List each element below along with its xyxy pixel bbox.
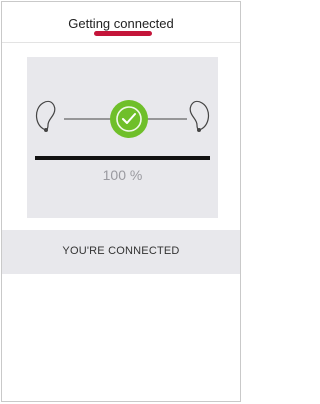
- header: Getting connected: [2, 2, 240, 43]
- progress-percentage: 100 %: [102, 167, 143, 183]
- app-screen: Getting connected 100 % YOU'RE CONNECTED: [1, 1, 241, 402]
- progress-bar: [35, 156, 210, 160]
- page-title: Getting connected: [68, 16, 174, 31]
- title-underline: [94, 31, 152, 36]
- connection-panel: 100 %: [27, 57, 218, 218]
- connection-graphic: [35, 100, 210, 160]
- status-message: YOU'RE CONNECTED: [62, 245, 180, 257]
- status-banner: YOU'RE CONNECTED: [2, 230, 240, 274]
- hearing-aid-right-icon: [189, 100, 209, 132]
- hearing-aid-left-icon: [36, 100, 56, 132]
- check-circle-icon: [110, 100, 148, 138]
